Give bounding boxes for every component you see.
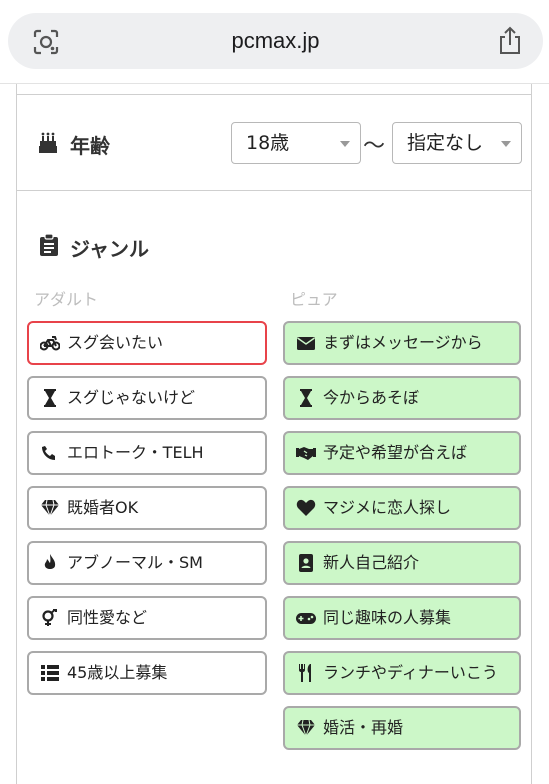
clipboard-icon xyxy=(40,234,58,256)
id-badge-icon xyxy=(299,554,313,572)
genre-option-45-ijo[interactable]: 45歳以上募集 xyxy=(27,651,267,695)
genre-option-label: 新人自己紹介 xyxy=(323,553,420,572)
age-min-value: 18歳 xyxy=(246,132,290,154)
heart-icon xyxy=(296,499,316,516)
age-label: 年齢 xyxy=(70,134,110,158)
genre-option-yotei[interactable]: 予定や希望が合えば xyxy=(283,431,521,475)
gamepad-icon xyxy=(296,613,316,624)
genre-option-label: スグじゃないけど xyxy=(67,388,196,407)
genre-option-label: ランチやディナーいこう xyxy=(323,663,498,682)
genre-option-label: スグ会いたい xyxy=(67,333,164,352)
genre-option-label: 45歳以上募集 xyxy=(67,663,168,682)
hourglass-icon xyxy=(300,389,312,407)
genre-option-erotalk[interactable]: エロトーク・TELH xyxy=(27,431,267,475)
envelope-icon xyxy=(297,337,315,350)
birthday-cake-icon xyxy=(39,132,57,153)
genre-option-majime[interactable]: マジメに恋人探し xyxy=(283,486,521,530)
adult-group-label: アダルト xyxy=(34,290,99,309)
genre-option-label: アブノーマル・SM xyxy=(67,553,203,572)
genre-option-label: まずはメッセージから xyxy=(323,333,483,352)
genre-option-kikonsha[interactable]: 既婚者OK xyxy=(27,486,267,530)
genre-option-sugu-janai[interactable]: スグじゃないけど xyxy=(27,376,267,420)
motorcycle-icon xyxy=(40,336,60,351)
handshake-icon xyxy=(296,447,316,460)
age-max-select[interactable]: 指定なし xyxy=(392,122,522,164)
genre-option-label: エロトーク・TELH xyxy=(67,443,204,462)
genre-option-message[interactable]: まずはメッセージから xyxy=(283,321,521,365)
genderless-icon xyxy=(42,609,57,626)
genre-option-imakara[interactable]: 今からあそぼ xyxy=(283,376,521,420)
pure-group-label: ピュア xyxy=(290,290,338,309)
divider xyxy=(16,190,531,191)
genre-option-label: 今からあそぼ xyxy=(323,388,420,407)
address-bar[interactable]: pcmax.jp xyxy=(8,13,543,69)
flame-icon xyxy=(44,554,56,569)
genre-option-konkatsu[interactable]: 婚活・再婚 xyxy=(283,706,521,750)
genre-option-label: 同性愛など xyxy=(67,608,148,627)
genre-option-label: 婚活・再婚 xyxy=(323,718,404,737)
genre-option-lunch[interactable]: ランチやディナーいこう xyxy=(283,651,521,695)
genre-option-shinjin[interactable]: 新人自己紹介 xyxy=(283,541,521,585)
browser-toolbar: pcmax.jp xyxy=(0,0,549,84)
phone-icon xyxy=(42,446,55,460)
diamond-icon xyxy=(41,499,59,517)
genre-option-abnormal[interactable]: アブノーマル・SM xyxy=(27,541,267,585)
genre-option-label: 既婚者OK xyxy=(67,498,139,517)
share-icon[interactable] xyxy=(497,26,523,56)
hourglass-icon xyxy=(44,389,56,407)
genre-option-label: 予定や希望が合えば xyxy=(323,443,468,462)
list-icon xyxy=(41,665,59,681)
genre-option-label: 同じ趣味の人募集 xyxy=(323,608,452,627)
chevron-down-icon xyxy=(340,141,350,147)
genre-option-doseiai[interactable]: 同性愛など xyxy=(27,596,267,640)
age-max-value: 指定なし xyxy=(407,132,484,154)
genre-label: ジャンル xyxy=(70,237,149,261)
genre-option-shumi[interactable]: 同じ趣味の人募集 xyxy=(283,596,521,640)
genre-option-sugu-aitai[interactable]: スグ会いたい xyxy=(27,321,267,365)
diamond-icon xyxy=(297,719,315,737)
divider xyxy=(16,94,531,95)
genre-option-label: マジメに恋人探し xyxy=(323,498,452,517)
age-min-select[interactable]: 18歳 xyxy=(231,122,361,164)
url-text[interactable]: pcmax.jp xyxy=(8,13,543,69)
age-separator: 〜 xyxy=(363,134,386,159)
utensils-icon xyxy=(299,664,311,682)
chevron-down-icon xyxy=(501,141,511,147)
